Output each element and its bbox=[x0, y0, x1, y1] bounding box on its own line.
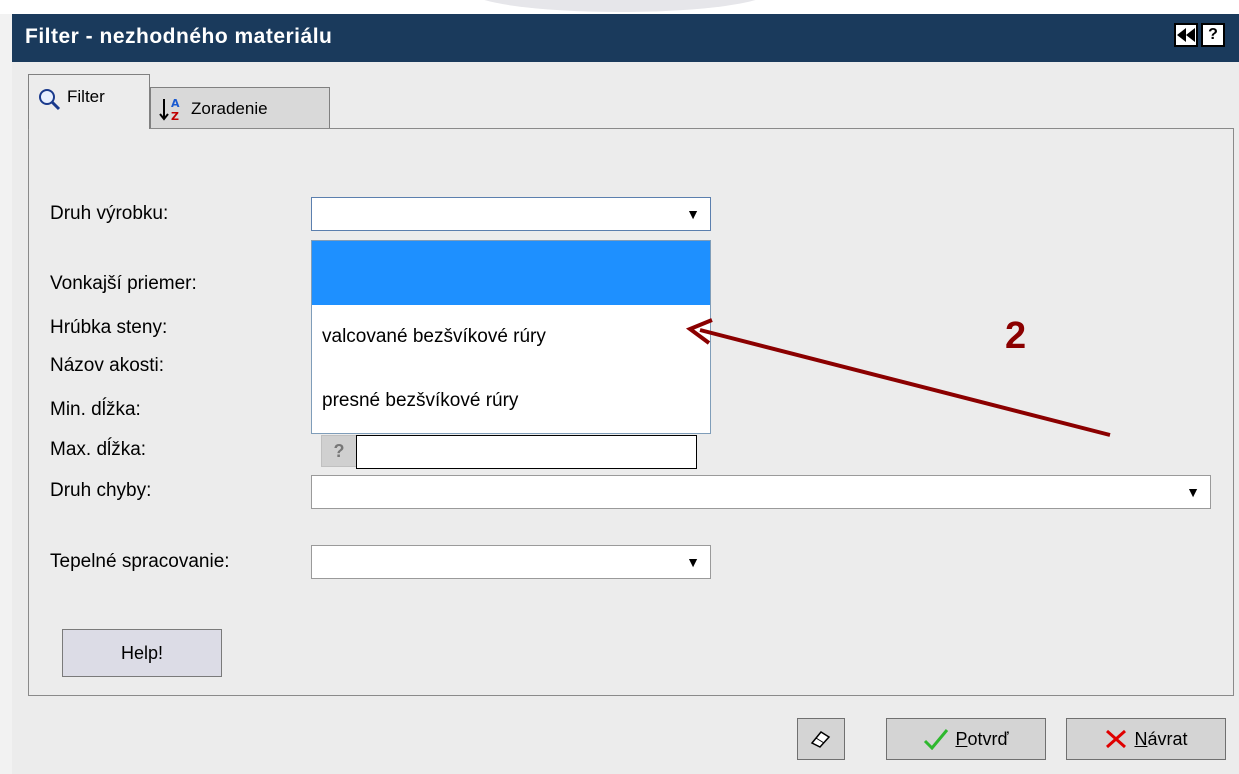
label-hrubka-steny: Hrúbka steny: bbox=[50, 317, 168, 338]
label-min-dlzka: Min. dĺžka: bbox=[50, 399, 141, 420]
filter-panel: Druh výrobku: ▼ valcované bezšvíkové rúr… bbox=[28, 128, 1234, 696]
tab-filter[interactable]: Filter bbox=[28, 74, 150, 129]
background-shape bbox=[470, 0, 770, 12]
clear-button[interactable] bbox=[797, 718, 845, 760]
svg-text:Z: Z bbox=[171, 110, 179, 122]
back-button[interactable]: Návrat bbox=[1066, 718, 1226, 760]
magnifier-icon bbox=[39, 89, 61, 111]
tab-filter-label: Filter bbox=[67, 87, 105, 106]
checkmark-icon bbox=[924, 729, 949, 750]
chevron-down-icon: ▼ bbox=[1186, 484, 1200, 500]
eraser-icon bbox=[810, 731, 831, 748]
druh-vyrobku-select[interactable]: ▼ bbox=[311, 197, 711, 231]
rewind-icon bbox=[1177, 28, 1195, 42]
window-title: Filter - nezhodného materiálu bbox=[25, 25, 333, 48]
cross-icon bbox=[1106, 729, 1127, 749]
tab-zoradenie[interactable]: A Z Zoradenie bbox=[150, 87, 330, 131]
help-icon-button[interactable]: ? bbox=[1201, 23, 1225, 47]
sort-az-icon: A Z bbox=[159, 97, 180, 122]
tepelne-spracovanie-select[interactable]: ▼ bbox=[311, 545, 711, 579]
confirm-button[interactable]: Potvrď bbox=[886, 718, 1046, 760]
dropdown-option[interactable] bbox=[312, 241, 710, 305]
svg-text:A: A bbox=[171, 97, 180, 110]
rewind-button[interactable] bbox=[1174, 23, 1198, 47]
druh-chyby-select[interactable]: ▼ bbox=[311, 475, 1211, 509]
label-vonkajsi-priemer: Vonkajší priemer: bbox=[50, 273, 197, 294]
druh-vyrobku-options: valcované bezšvíkové rúry presné bezšvík… bbox=[311, 240, 711, 434]
label-druh-chyby: Druh chyby: bbox=[50, 480, 152, 501]
chevron-down-icon: ▼ bbox=[686, 554, 700, 570]
annotation-number: 2 bbox=[1005, 315, 1027, 357]
back-label: Návrat bbox=[1134, 728, 1188, 749]
label-max-dlzka: Max. dĺžka: bbox=[50, 439, 147, 460]
filter-window: Filter - nezhodného materiálu ? Filter A… bbox=[12, 14, 1239, 774]
confirm-label: Potvrď bbox=[955, 728, 1009, 749]
top-background bbox=[0, 0, 1239, 14]
title-bar: Filter - nezhodného materiálu ? bbox=[12, 14, 1239, 62]
max-dlzka-input[interactable] bbox=[356, 435, 697, 469]
tab-zoradenie-label: Zoradenie bbox=[191, 99, 268, 118]
dropdown-option[interactable]: valcované bezšvíkové rúry bbox=[312, 305, 710, 369]
label-nazov-akosti: Názov akosti: bbox=[50, 355, 165, 376]
label-druh-vyrobku: Druh výrobku: bbox=[50, 203, 169, 224]
chevron-down-icon: ▼ bbox=[686, 206, 700, 222]
dropdown-option[interactable]: presné bezšvíkové rúry bbox=[312, 369, 710, 433]
question-icon[interactable]: ? bbox=[321, 435, 357, 467]
label-tepelne-spracovanie: Tepelné spracovanie: bbox=[50, 551, 230, 572]
help-button[interactable]: Help! bbox=[62, 629, 222, 677]
